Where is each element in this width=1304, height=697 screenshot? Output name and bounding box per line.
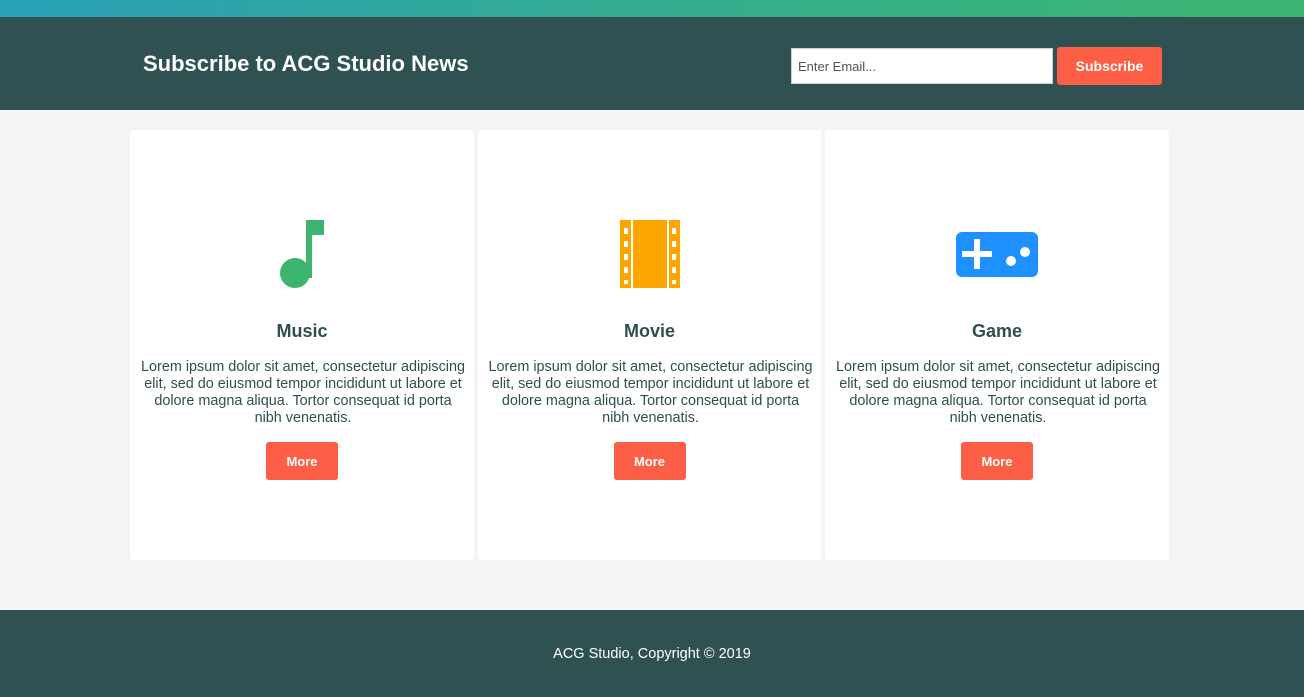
card-movie: Movie Lorem ipsum dolor sit amet, consec… bbox=[478, 130, 821, 560]
subscribe-title: Subscribe to ACG Studio News bbox=[143, 51, 469, 76]
card-title: Movie bbox=[623, 321, 675, 341]
card-music: Music Lorem ipsum dolor sit amet, consec… bbox=[130, 130, 474, 560]
top-gradient-bar bbox=[0, 0, 1304, 17]
email-input[interactable] bbox=[791, 48, 1053, 84]
card-title: Game bbox=[971, 321, 1023, 341]
more-button-game[interactable]: More bbox=[961, 442, 1033, 480]
card-description: Lorem ipsum dolor sit amet, consectetur … bbox=[488, 359, 813, 426]
card-description: Lorem ipsum dolor sit amet, consectetur … bbox=[836, 359, 1160, 426]
gamepad-icon bbox=[825, 218, 1169, 290]
card-game: Game Lorem ipsum dolor sit amet, consect… bbox=[825, 130, 1169, 560]
subscribe-button[interactable]: Subscribe bbox=[1057, 47, 1162, 85]
card-description: Lorem ipsum dolor sit amet, consectetur … bbox=[141, 359, 465, 426]
subscribe-header: Subscribe to ACG Studio News Subscribe bbox=[0, 17, 1304, 110]
footer: ACG Studio, Copyright © 2019 bbox=[0, 610, 1304, 697]
category-cards: Music Lorem ipsum dolor sit amet, consec… bbox=[130, 130, 1169, 560]
film-strip-icon bbox=[478, 218, 821, 290]
footer-copyright: ACG Studio, Copyright © 2019 bbox=[553, 646, 751, 662]
card-title: Music bbox=[276, 321, 328, 341]
more-button-movie[interactable]: More bbox=[613, 442, 686, 480]
more-button-music[interactable]: More bbox=[266, 442, 338, 480]
music-note-icon bbox=[130, 218, 474, 290]
